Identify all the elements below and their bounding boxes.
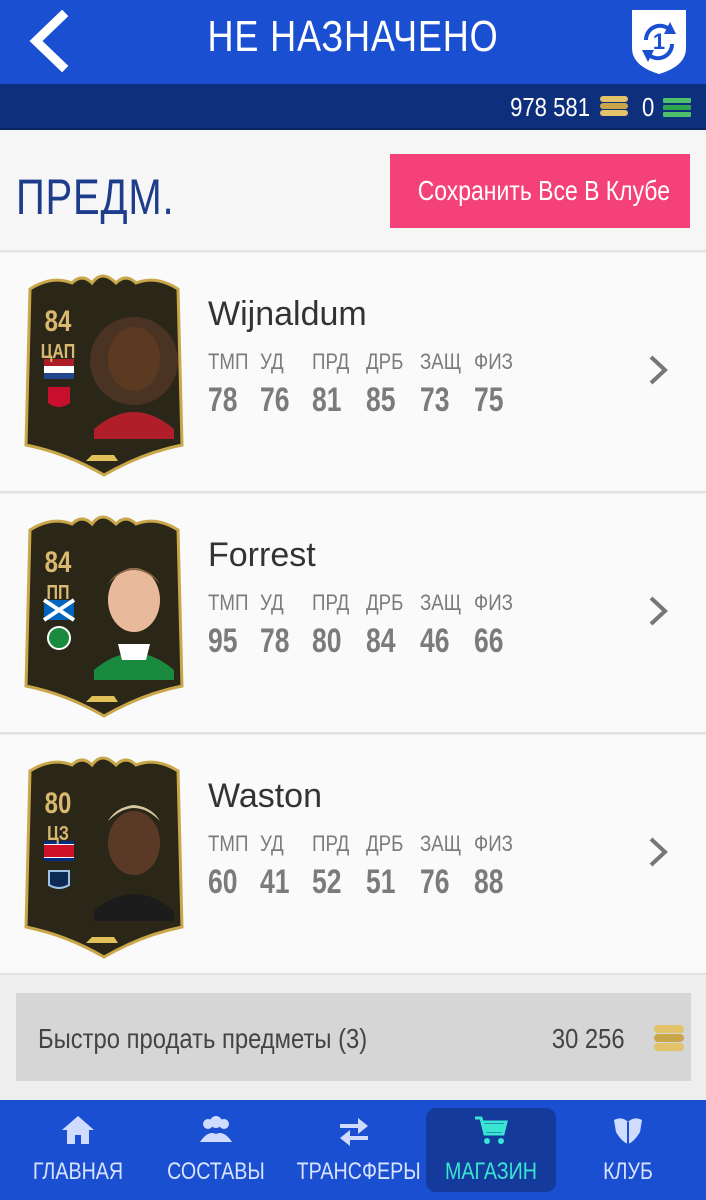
nav-label: ТРАНСФЕРЫ [296,1158,421,1185]
stat-label: ДРБ [366,349,404,374]
player-name: Wijnaldum [208,295,367,333]
home-icon [62,1116,94,1144]
player-row[interactable]: 84 ЦАП Wijnaldum ТМП 78 УД 76 ПРД 81 ДРБ 85 … [0,253,706,493]
points-icon [663,98,691,117]
stat-label: УД [260,831,284,856]
stat-label: ЗАЩ [420,349,462,374]
club-icon [614,1118,642,1144]
player-card [24,274,184,477]
items-section-header: ПРЕДМ. Сохранить Все В Клубе [0,130,706,252]
nav-home[interactable]: ГЛАВНАЯ [8,1100,148,1200]
stat-value: 78 [260,622,290,660]
stat-label: ПРД [312,831,350,856]
stat-value: 95 [208,622,238,660]
player-stats: ТМП 78 УД 76 ПРД 81 ДРБ 85 ЗАЩ 73 ФИЗ 75 [208,349,526,420]
stat-value: 41 [260,863,290,901]
stat-value: 75 [474,381,504,419]
quick-sell-label: Быстро продать предметы (3) [38,1023,368,1054]
stat-label: ПРД [312,349,350,374]
nav-club[interactable]: КЛУБ [560,1100,696,1200]
section-title: ПРЕДМ. [16,169,175,225]
stat-value: 85 [366,381,396,419]
stat-value: 52 [312,863,342,901]
stat-label: ДРБ [366,831,404,856]
quick-sell-value: 30 256 [552,1023,625,1054]
sync-badge-text: 1 [653,29,665,54]
nav-label: МАГАЗИН [444,1158,538,1185]
stat-label: ФИЗ [474,831,513,856]
stat-value: 66 [474,622,504,660]
sync-icon[interactable]: 1 [626,4,692,76]
stat-label: ФИЗ [474,349,513,374]
coins-balance: 978 581 [510,92,590,122]
coins-icon [600,96,628,116]
stat-label: ДРБ [366,590,404,615]
stat-value: 73 [420,381,450,419]
player-name: Forrest [208,536,316,574]
stat-value: 60 [208,863,238,901]
stat-value: 46 [420,622,450,660]
stat-value: 78 [208,381,238,419]
stat-value: 51 [366,863,396,901]
quick-sell-button[interactable]: Быстро продать предметы (3) 30 256 [16,993,691,1081]
player-card [24,515,184,718]
stat-value: 76 [420,863,450,901]
stat-value: 84 [366,622,396,660]
stat-label: ЗАЩ [420,831,462,856]
stat-value: 80 [312,622,342,660]
chevron-right-icon[interactable] [646,594,670,628]
player-name: Waston [208,777,323,815]
player-stats: ТМП 95 УД 78 ПРД 80 ДРБ 84 ЗАЩ 46 ФИЗ 66 [208,590,526,661]
bottom-nav: ГЛАВНАЯ СОСТАВЫ ТРАНСФЕРЫ МАГАЗИН КЛУБ [0,1100,706,1200]
nav-squads[interactable]: СОСТАВЫ [148,1100,284,1200]
stat-label: ТМП [208,590,249,615]
save-all-to-club-button[interactable]: Сохранить Все В Клубе [390,154,690,228]
player-card [24,756,184,959]
player-stats: ТМП 60 УД 41 ПРД 52 ДРБ 51 ЗАЩ 76 ФИЗ 88 [208,831,526,902]
currency-bar: 978 581 0 [0,84,706,130]
top-bar: НЕ НАЗНАЧЕНО 1 [0,0,706,84]
stat-label: УД [260,590,284,615]
stat-label: ТМП [208,349,249,374]
stat-label: ФИЗ [474,590,513,615]
stat-label: УД [260,349,284,374]
stat-label: ПРД [312,590,350,615]
stat-label: ЗАЩ [420,590,462,615]
nav-store[interactable]: МАГАЗИН [426,1108,556,1192]
chevron-right-icon[interactable] [646,353,670,387]
nav-label: СОСТАВЫ [167,1158,265,1185]
page-title: НЕ НАЗНАЧЕНО [207,12,499,61]
nav-label: ГЛАВНАЯ [32,1158,124,1185]
stat-value: 76 [260,381,290,419]
nav-label: КЛУБ [603,1158,653,1185]
stat-value: 88 [474,863,504,901]
nav-transfers[interactable]: ТРАНСФЕРЫ [284,1100,424,1200]
transfers-icon [340,1118,368,1146]
save-all-label: Сохранить Все В Клубе [417,175,670,206]
chevron-right-icon[interactable] [646,835,670,869]
stat-label: ТМП [208,831,249,856]
coins-icon [654,1025,684,1051]
player-row[interactable]: 80 ЦЗ Waston ТМП 60 УД 41 ПРД 52 ДРБ 51 ЗАЩ 7… [0,735,706,975]
squad-icon [200,1116,232,1142]
cart-icon [475,1116,508,1144]
points-balance: 0 [642,92,655,122]
player-row[interactable]: 84 ПП Forrest ТМП 95 УД 78 ПРД 80 ДРБ 84 ЗАЩ… [0,494,706,734]
stat-value: 81 [312,381,342,419]
